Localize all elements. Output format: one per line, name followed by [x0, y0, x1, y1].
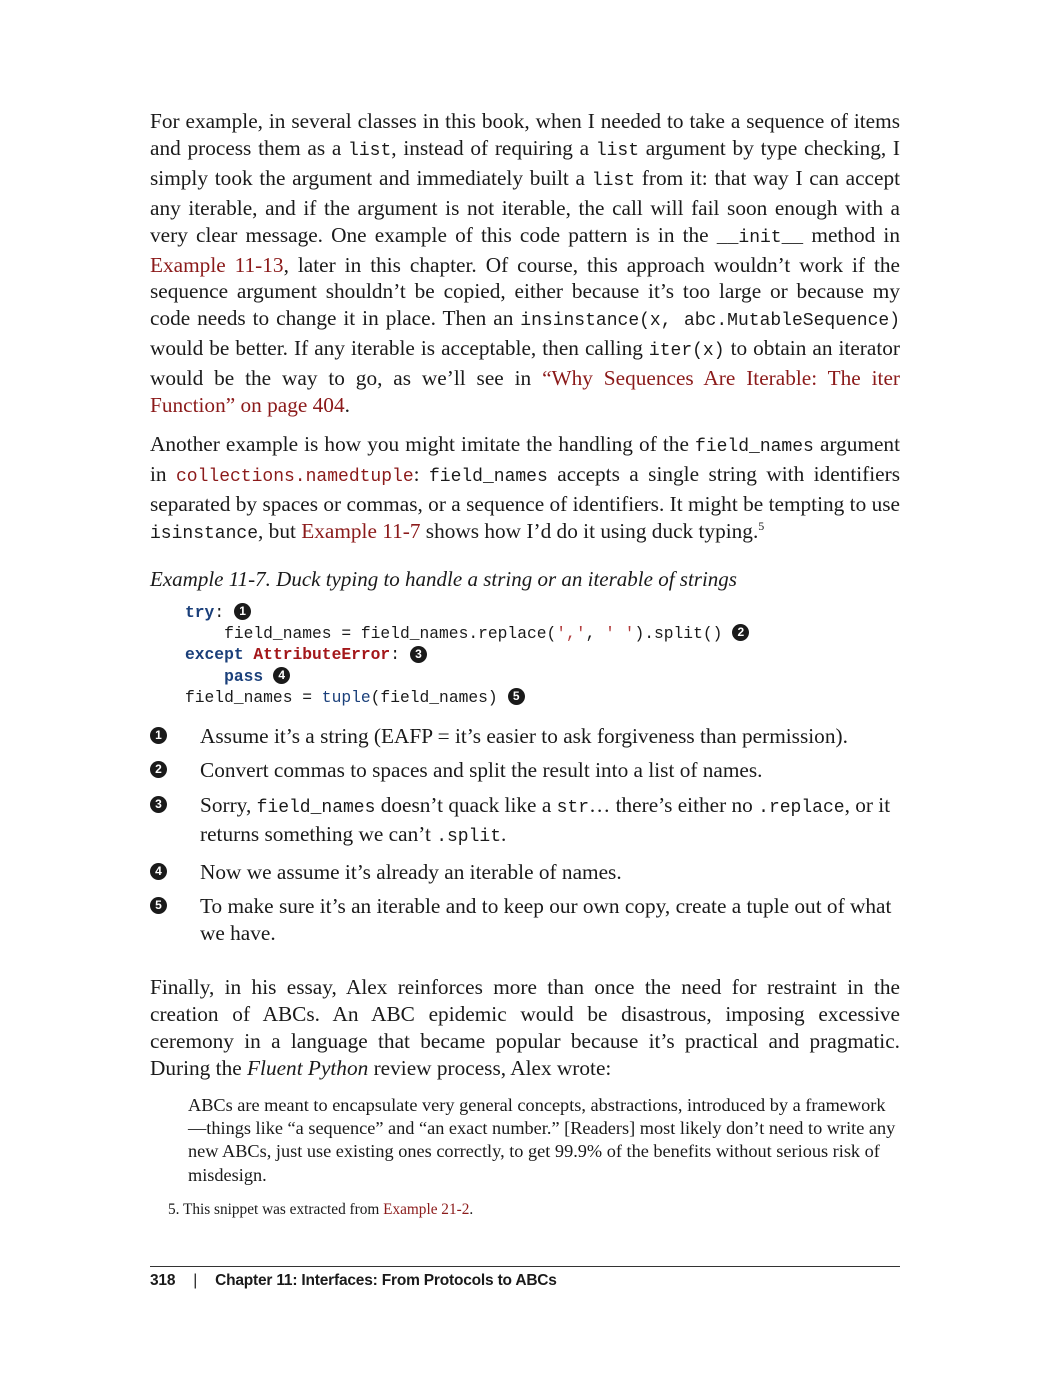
footnote-number: 5.	[168, 1201, 180, 1218]
callout-item-4: 4 Now we assume it’s already an iterable …	[150, 859, 900, 886]
string-literal: ','	[556, 623, 586, 643]
example-title: Example 11-7. Duck typing to handle a st…	[150, 566, 737, 591]
inline-code: insinstance(x, abc.MutableSequence)	[520, 311, 900, 332]
code-text: field_names =	[185, 688, 322, 708]
callout-marker-5: 5	[507, 688, 525, 706]
inline-code: __init__	[716, 227, 804, 248]
code-line-2: field_names = field_names.replace(',', '…	[185, 623, 900, 644]
inline-code: iter(x)	[648, 341, 725, 362]
callout-marker-3: 3	[409, 645, 427, 663]
callout-text: Now we assume it’s already an iterable o…	[200, 859, 622, 884]
code-text: (field_names)	[370, 688, 498, 708]
callout-badge-5: 5	[150, 897, 167, 915]
callout-text: .	[501, 822, 507, 847]
paragraph-3: Finally, in his essay, Alex reinforces m…	[150, 974, 900, 1082]
code-text: :	[214, 602, 225, 622]
inline-code: field_names	[695, 436, 814, 457]
code-line-4: pass 4	[185, 666, 900, 687]
text: .	[344, 393, 350, 418]
namedtuple-link[interactable]: collections.namedtuple	[176, 467, 414, 487]
example-11-7-link[interactable]: Example 11-7	[301, 519, 420, 543]
callout-marker-1: 1	[234, 602, 252, 620]
text: would be better. If any iterable is acce…	[150, 336, 649, 361]
text: review process, Alex wrote:	[368, 1055, 612, 1080]
code-line-3: except AttributeError: 3	[185, 644, 900, 665]
keyword: try	[185, 602, 215, 622]
example-21-2-link[interactable]: Example 21-2	[383, 1201, 469, 1218]
text: method in	[803, 222, 900, 247]
inline-code: .replace	[758, 797, 845, 818]
callout-badge-3: 3	[150, 795, 167, 813]
inline-code: list	[595, 140, 640, 161]
text: shows how I’d do it using duck typing.	[420, 518, 759, 543]
keyword: except	[185, 645, 244, 665]
code-block: try: 1 field_names = field_names.replace(…	[185, 602, 900, 709]
callout-item-5: 5 To make sure it’s an iterable and to ke…	[150, 893, 900, 946]
inline-code: .split	[436, 827, 501, 848]
inline-code: field_names	[428, 466, 548, 487]
class-name: AttributeError	[253, 645, 391, 665]
inline-code: isinstance	[150, 523, 259, 544]
paragraph-1: For example, in several classes in this …	[150, 108, 900, 419]
inline-code: list	[591, 170, 636, 191]
text: , instead of requiring a	[391, 135, 596, 160]
footnote-marker[interactable]: 5	[758, 519, 764, 533]
text: :	[413, 461, 429, 486]
callout-badge-1: 1	[150, 726, 167, 744]
callout-text: Assume it’s a string (EAFP = it’s easier…	[200, 723, 848, 748]
callout-marker-2: 2	[732, 624, 750, 642]
footer-separator: |	[193, 1272, 198, 1289]
string-literal: ' '	[605, 623, 635, 643]
example-11-13-link[interactable]: Example 11-13	[150, 253, 284, 277]
code-line-5: field_names = tuple(field_names) 5	[185, 687, 900, 708]
page-number: 318	[150, 1272, 176, 1289]
text: Another example is how you might imitate…	[150, 431, 696, 456]
callout-item-1: 1 Assume it’s a string (EAFP = it’s easie…	[150, 723, 900, 750]
inline-code: str	[556, 797, 589, 818]
page-content: For example, in several classes in this …	[150, 108, 900, 1187]
keyword: pass	[224, 666, 264, 686]
inline-code: list	[348, 140, 392, 161]
callout-text: doesn’t quack like a	[375, 792, 557, 817]
callout-marker-4: 4	[273, 666, 291, 684]
book-title: Fluent Python	[247, 1055, 369, 1080]
inline-code: field_names	[256, 797, 376, 818]
page-footer: 318 | Chapter 11: Interfaces: From Protoco…	[150, 1272, 557, 1290]
callout-text: Sorry,	[200, 792, 257, 817]
chapter-title: Chapter 11: Interfaces: From Protocols t…	[215, 1272, 557, 1289]
callout-badge-2: 2	[150, 761, 167, 779]
text: , but	[258, 518, 302, 543]
footnote: 5. This snippet was extracted from Examp…	[168, 1200, 473, 1220]
code-text: field_names = field_names.replace(	[185, 623, 557, 643]
callout-item-3: 3 Sorry, field_names doesn’t quack like a…	[150, 792, 900, 851]
callout-item-2: 2 Convert commas to spaces and split the …	[150, 757, 900, 784]
code-text: :	[390, 645, 400, 665]
callout-text: … there’s either no	[589, 792, 759, 817]
code-line-1: try: 1	[185, 602, 900, 623]
code-text: ).split()	[634, 623, 723, 643]
block-quote: ABCs are meant to encapsulate very gener…	[188, 1094, 896, 1185]
callout-badge-4: 4	[150, 862, 167, 880]
footnote-text: This snippet was extracted from	[179, 1201, 384, 1218]
code-text: ,	[585, 623, 606, 643]
footnote-text: .	[469, 1201, 474, 1218]
builtin: tuple	[321, 688, 371, 708]
paragraph-2: Another example is how you might imitate…	[150, 431, 900, 548]
footer-divider	[150, 1266, 900, 1267]
callout-text: Convert commas to spaces and split the r…	[200, 758, 763, 783]
callout-list: 1 Assume it’s a string (EAFP = it’s easie…	[150, 723, 900, 947]
callout-text: To make sure it’s an iterable and to kee…	[200, 894, 892, 945]
